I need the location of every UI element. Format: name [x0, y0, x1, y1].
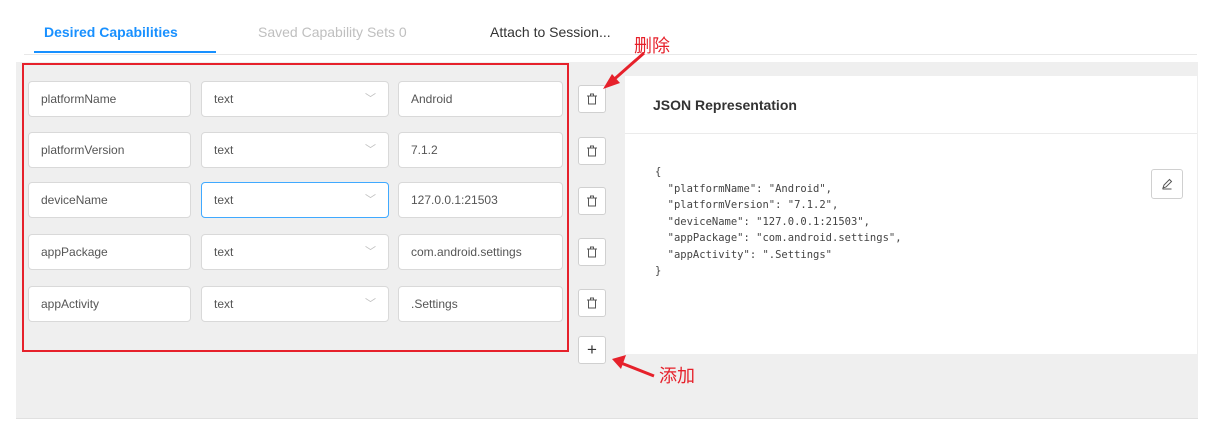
delete-capability-button[interactable]: [578, 289, 606, 317]
active-tab-indicator: [34, 51, 216, 53]
json-representation-card: JSON Representation { "platformName": "A…: [625, 76, 1197, 354]
pencil-icon: [1162, 178, 1173, 190]
delete-capability-button[interactable]: [578, 238, 606, 266]
trash-icon: [587, 93, 597, 105]
delete-annotation-label: 删除: [634, 36, 670, 56]
delete-capability-button[interactable]: [578, 85, 606, 113]
trash-icon: [587, 297, 597, 309]
tab-desired-capabilities[interactable]: Desired Capabilities: [44, 24, 178, 40]
edit-json-button[interactable]: [1151, 169, 1183, 199]
appium-capabilities-window: Desired Capabilities Saved Capability Se…: [0, 0, 1219, 427]
add-annotation-label: 添加: [659, 366, 695, 386]
json-content: { "platformName": "Android", "platformVe…: [655, 166, 902, 277]
trash-icon: [587, 195, 597, 207]
delete-capability-button[interactable]: [578, 137, 606, 165]
trash-icon: [587, 145, 597, 157]
json-card-title: JSON Representation: [653, 97, 797, 113]
tab-saved-capability-sets[interactable]: Saved Capability Sets 0: [258, 24, 407, 40]
add-capability-button[interactable]: +: [578, 336, 606, 364]
tab-attach-to-session[interactable]: Attach to Session...: [490, 24, 611, 40]
trash-icon: [587, 246, 597, 258]
plus-icon: +: [587, 340, 597, 359]
session-tabs: Desired Capabilities Saved Capability Se…: [24, 0, 1197, 55]
json-card-header: JSON Representation: [625, 76, 1197, 134]
annotation-highlight-box: [22, 63, 569, 352]
delete-capability-button[interactable]: [578, 187, 606, 215]
